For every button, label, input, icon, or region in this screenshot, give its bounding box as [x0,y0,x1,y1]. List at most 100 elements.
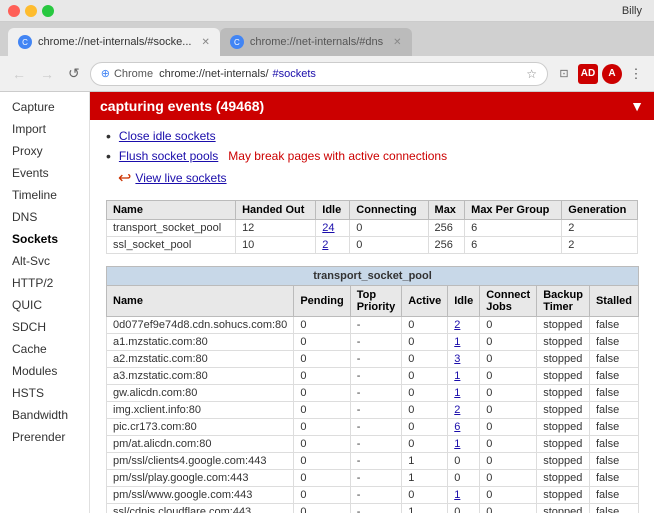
transport-idle-link-1[interactable]: 1 [454,336,460,348]
close-button[interactable] [8,5,20,17]
collapse-icon[interactable]: ▼ [630,98,644,114]
th-top-priority: Top Priority [350,286,402,317]
sidebar-item-prerender[interactable]: Prerender [0,426,89,448]
transport-cj-8: 0 [480,453,537,470]
sidebar-item-dns[interactable]: DNS [0,206,89,228]
transport-top-3: - [350,368,402,385]
transport-idle-link-6[interactable]: 6 [454,421,460,433]
transport-cj-11: 0 [480,504,537,513]
transport-bt-1: stopped [537,334,590,351]
transport-pending-1: 0 [294,334,350,351]
transport-cj-4: 0 [480,385,537,402]
transport-cj-9: 0 [480,470,537,487]
transport-top-1: - [350,334,402,351]
reload-button[interactable]: ↺ [64,63,84,84]
transport-bt-10: stopped [537,487,590,504]
flush-pools-action: • Flush socket pools May break pages wit… [106,148,638,164]
reader-icon[interactable]: ⊡ [554,64,574,84]
bookmark-icon[interactable]: ☆ [526,67,537,81]
tab-label-dns: chrome://net-internals/#dns [250,36,383,48]
sidebar-item-quic[interactable]: QUIC [0,294,89,316]
tab-close-dns[interactable]: ✕ [393,37,401,48]
transport-table-row: pm/ssl/play.google.com:443 0 - 1 0 0 sto… [107,470,639,487]
transport-idle-4: 1 [448,385,480,402]
view-live-link[interactable]: View live sockets [135,171,226,185]
sidebar-item-sdch[interactable]: SDCH [0,316,89,338]
transport-table-row: img.xclient.info:80 0 - 0 2 0 stopped fa… [107,402,639,419]
sidebar-item-events[interactable]: Events [0,162,89,184]
sidebar-item-alt-svc[interactable]: Alt-Svc [0,250,89,272]
pool-table: Name Handed Out Idle Connecting Max Max … [106,200,638,254]
sidebar-item-modules[interactable]: Modules [0,360,89,382]
title-bar-user: Billy [622,5,642,17]
th-pending: Pending [294,286,350,317]
transport-pending-7: 0 [294,436,350,453]
transport-pending-0: 0 [294,317,350,334]
th-stalled: Stalled [589,286,638,317]
transport-idle-9: 0 [448,470,480,487]
transport-stalled-6: false [589,419,638,436]
address-input[interactable]: ⊕ Chrome chrome://net-internals/#sockets… [90,62,548,86]
adblock-icon[interactable]: A [602,64,622,84]
sidebar-item-proxy[interactable]: Proxy [0,140,89,162]
close-idle-action: • Close idle sockets [106,128,638,144]
transport-stalled-11: false [589,504,638,513]
pool-max-1: 256 [428,237,465,254]
sidebar-item-cache[interactable]: Cache [0,338,89,360]
transport-pending-4: 0 [294,385,350,402]
forward-button[interactable]: → [36,64,58,84]
pool-idle-link-0[interactable]: 24 [322,222,334,234]
transport-active-6: 0 [402,419,448,436]
back-button[interactable]: ← [8,64,30,84]
transport-idle-link-5[interactable]: 2 [454,404,460,416]
extensions-icon[interactable]: AD [578,64,598,84]
content-area[interactable]: capturing events (49468) ▼ • Close idle … [90,92,654,513]
sidebar: CaptureImportProxyEventsTimelineDNSSocke… [0,92,90,513]
pool-handed-1: 10 [236,237,316,254]
transport-idle-link-10[interactable]: 1 [454,489,460,501]
sidebar-item-capture[interactable]: Capture [0,96,89,118]
sidebar-item-bandwidth[interactable]: Bandwidth [0,404,89,426]
sidebar-item-timeline[interactable]: Timeline [0,184,89,206]
pool-handed-0: 12 [236,220,316,237]
transport-idle-link-0[interactable]: 2 [454,319,460,331]
transport-idle-1: 1 [448,334,480,351]
transport-idle-link-4[interactable]: 1 [454,387,460,399]
transport-cj-5: 0 [480,402,537,419]
transport-active-5: 0 [402,402,448,419]
transport-table-row: pic.cr173.com:80 0 - 0 6 0 stopped false [107,419,639,436]
transport-pending-11: 0 [294,504,350,513]
transport-bt-2: stopped [537,351,590,368]
transport-idle-link-7[interactable]: 1 [454,438,460,450]
pool-idle-0[interactable]: 24 [316,220,350,237]
transport-idle-8: 0 [448,453,480,470]
tab-sockets[interactable]: C chrome://net-internals/#socke... ✕ [8,28,220,56]
sidebar-item-hsts[interactable]: HSTS [0,382,89,404]
maximize-button[interactable] [42,5,54,17]
pool-idle-link-1[interactable]: 2 [322,239,328,251]
pool-gen-1: 2 [562,237,638,254]
transport-idle-link-2[interactable]: 3 [454,353,460,365]
tab-icon-sockets: C [18,35,32,49]
transport-table-row: pm/ssl/www.google.com:443 0 - 0 1 0 stop… [107,487,639,504]
transport-name-7: pm/at.alicdn.com:80 [107,436,294,453]
transport-top-5: - [350,402,402,419]
transport-name-8: pm/ssl/clients4.google.com:443 [107,453,294,470]
transport-stalled-10: false [589,487,638,504]
transport-active-9: 1 [402,470,448,487]
tab-close-sockets[interactable]: ✕ [201,37,209,48]
minimize-button[interactable] [25,5,37,17]
close-idle-link[interactable]: Close idle sockets [119,129,216,143]
sidebar-item-import[interactable]: Import [0,118,89,140]
sidebar-item-sockets[interactable]: Sockets [0,228,89,250]
sidebar-item-http2[interactable]: HTTP/2 [0,272,89,294]
menu-icon[interactable]: ⋮ [626,64,646,84]
flush-pools-link[interactable]: Flush socket pools [119,149,218,163]
transport-name-4: gw.alicdn.com:80 [107,385,294,402]
tab-dns[interactable]: C chrome://net-internals/#dns ✕ [220,28,412,56]
transport-table-row: a2.mzstatic.com:80 0 - 0 3 0 stopped fal… [107,351,639,368]
transport-active-3: 0 [402,368,448,385]
transport-idle-link-3[interactable]: 1 [454,370,460,382]
transport-pending-5: 0 [294,402,350,419]
pool-idle-1[interactable]: 2 [316,237,350,254]
